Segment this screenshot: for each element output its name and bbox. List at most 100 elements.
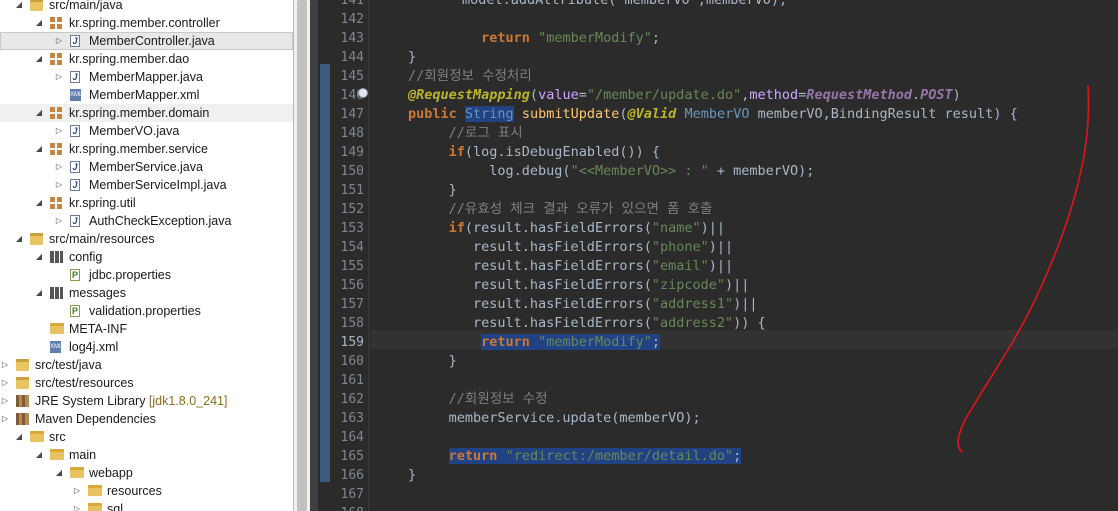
expanded-arrow-icon[interactable]: ◢: [34, 194, 44, 212]
code-line-141: model.addAttribute("memberVO",memberVO);: [462, 0, 788, 8]
code-line-143: return "memberModify";: [481, 30, 661, 46]
tree-item[interactable]: ▷ J MemberService.java: [0, 158, 293, 176]
tree-item-label: src: [49, 430, 66, 444]
code-line-147: public String submitUpdate(@Valid Member…: [408, 106, 1018, 122]
code-line-165: return "redirect:/member/detail.do";: [448, 448, 742, 464]
code-line-155: result.hasFieldErrors("email")||: [408, 258, 734, 274]
tree-item[interactable]: ◢ kr.spring.util: [0, 194, 293, 212]
code-line-156: result.hasFieldErrors("zipcode")||: [408, 277, 750, 293]
collapsed-arrow-icon[interactable]: ▷: [0, 410, 10, 428]
expanded-arrow-icon[interactable]: ◢: [54, 464, 64, 482]
line-number-gutter: 141 142 143 144 145 146 147 148 149 150 151 152 153 1…: [318, 0, 369, 511]
tree-item[interactable]: ▷ src/test/resources: [0, 374, 293, 392]
fold-collapse-icon[interactable]: [358, 88, 368, 98]
tree-item[interactable]: META-INF: [0, 320, 293, 338]
package-explorer: ◢ src/main/java ◢ kr.spring.member.controll…: [0, 0, 294, 511]
tree-item-label: messages: [69, 286, 126, 300]
package-icon: [50, 53, 62, 65]
collapsed-arrow-icon[interactable]: ▷: [54, 158, 64, 176]
tree-item[interactable]: ▷ Maven Dependencies: [0, 410, 293, 428]
tree-item[interactable]: Pjdbc.properties: [0, 266, 293, 284]
code-line-162: //회원정보 수정: [448, 391, 548, 407]
explorer-scrollbar[interactable]: [294, 0, 310, 511]
expanded-arrow-icon[interactable]: ◢: [34, 50, 44, 68]
red-pen-stroke: [957, 85, 1090, 453]
no-arrow: [54, 86, 64, 104]
red-pen-annotation: [957, 85, 1090, 453]
expanded-arrow-icon[interactable]: ◢: [34, 14, 44, 32]
line-number: 152: [340, 202, 364, 217]
line-number: 156: [340, 278, 364, 293]
code-line-159: return "memberModify";: [481, 334, 661, 350]
tree-item[interactable]: ▷ J MemberController.java: [0, 32, 293, 50]
expanded-arrow-icon[interactable]: ◢: [14, 0, 24, 14]
tree-item[interactable]: ◢ main: [0, 446, 293, 464]
expanded-arrow-icon[interactable]: ◢: [34, 284, 44, 302]
expanded-arrow-icon[interactable]: ◢: [34, 104, 44, 122]
code-line-166: }: [408, 467, 417, 483]
tree-item-label: MemberMapper.java: [89, 70, 203, 84]
java-interface-icon: J: [70, 161, 80, 173]
line-number: 164: [340, 430, 364, 445]
line-number: 141: [340, 0, 364, 8]
expanded-arrow-icon[interactable]: ◢: [14, 428, 24, 446]
tree-item[interactable]: ▷ J AuthCheckException.java: [0, 212, 293, 230]
tree-item-label: MemberVO.java: [89, 124, 180, 138]
line-number: 145: [340, 69, 364, 84]
line-number: 161: [340, 373, 364, 388]
tree-item[interactable]: ◢ src: [0, 428, 293, 446]
line-number: 160: [340, 354, 364, 369]
tree-item[interactable]: ▷ J MemberVO.java: [0, 122, 293, 140]
tree-item[interactable]: ▷ J MemberServiceImpl.java: [0, 176, 293, 194]
expanded-arrow-icon[interactable]: ◢: [34, 446, 44, 464]
tree-item[interactable]: ◢ kr.spring.member.controller: [0, 14, 293, 32]
java-file-icon: J: [70, 125, 80, 137]
folder-icon: [50, 323, 64, 334]
tree-item[interactable]: ▷ J MemberMapper.java: [0, 68, 293, 86]
tree-item[interactable]: ◢ webapp: [0, 464, 293, 482]
tree-item[interactable]: ◢ messages: [0, 284, 293, 302]
line-number: 147: [340, 107, 364, 122]
collapsed-arrow-icon[interactable]: ▷: [0, 356, 10, 374]
tree-item[interactable]: ◢ kr.spring.member.service: [0, 140, 293, 158]
java-file-icon: J: [70, 35, 80, 47]
tree-item[interactable]: XML log4j.xml: [0, 338, 293, 356]
code-line-151: }: [408, 182, 457, 198]
expanded-arrow-icon[interactable]: ◢: [34, 140, 44, 158]
collapsed-arrow-icon[interactable]: ▷: [54, 176, 64, 194]
tree-item[interactable]: ▷ src/test/java: [0, 356, 293, 374]
properties-file-icon: P: [70, 269, 80, 281]
tree-item[interactable]: ▷ resources: [0, 482, 293, 500]
tree-item[interactable]: XML MemberMapper.xml: [0, 86, 293, 104]
tree-item-label: MemberServiceImpl.java: [89, 178, 227, 192]
collapsed-arrow-icon[interactable]: ▷: [54, 212, 64, 230]
expanded-arrow-icon[interactable]: ◢: [14, 230, 24, 248]
tree-item-label: config: [69, 250, 103, 264]
tree-item[interactable]: ◢ kr.spring.member.domain: [0, 104, 293, 122]
line-number: 143: [340, 31, 364, 46]
expanded-arrow-icon[interactable]: ◢: [34, 248, 44, 266]
tree-item[interactable]: ◢ config: [0, 248, 293, 266]
java-interface-icon: J: [70, 71, 80, 83]
tree-item[interactable]: ▷ sql: [0, 500, 293, 511]
tree-item[interactable]: ◢ kr.spring.member.dao: [0, 50, 293, 68]
code-line-150: log.debug("<<MemberVO>> : " + memberVO);: [489, 163, 815, 179]
collapsed-arrow-icon[interactable]: ▷: [54, 122, 64, 140]
line-number: 144: [340, 50, 364, 65]
tree-item[interactable]: ◢ src/main/resources: [0, 230, 293, 248]
line-number: 168: [324, 504, 364, 511]
java-file-icon: J: [70, 179, 80, 191]
collapsed-arrow-icon[interactable]: ▷: [72, 500, 82, 511]
tree-item-label: META-INF: [69, 322, 128, 336]
line-number: 150: [340, 164, 364, 179]
collapsed-arrow-icon[interactable]: ▷: [0, 392, 10, 410]
collapsed-arrow-icon[interactable]: ▷: [54, 32, 64, 50]
tree-item[interactable]: ◢ src/main/java: [0, 0, 293, 14]
tree-item[interactable]: Pvalidation.properties: [0, 302, 293, 320]
collapsed-arrow-icon[interactable]: ▷: [72, 482, 82, 500]
tree-item[interactable]: ▷ JRE System Library [jdk1.8.0_241]: [0, 392, 293, 410]
collapsed-arrow-icon[interactable]: ▷: [0, 374, 10, 392]
java-file-icon: J: [70, 215, 80, 227]
collapsed-arrow-icon[interactable]: ▷: [54, 68, 64, 86]
scrollbar-thumb[interactable]: [297, 0, 307, 511]
